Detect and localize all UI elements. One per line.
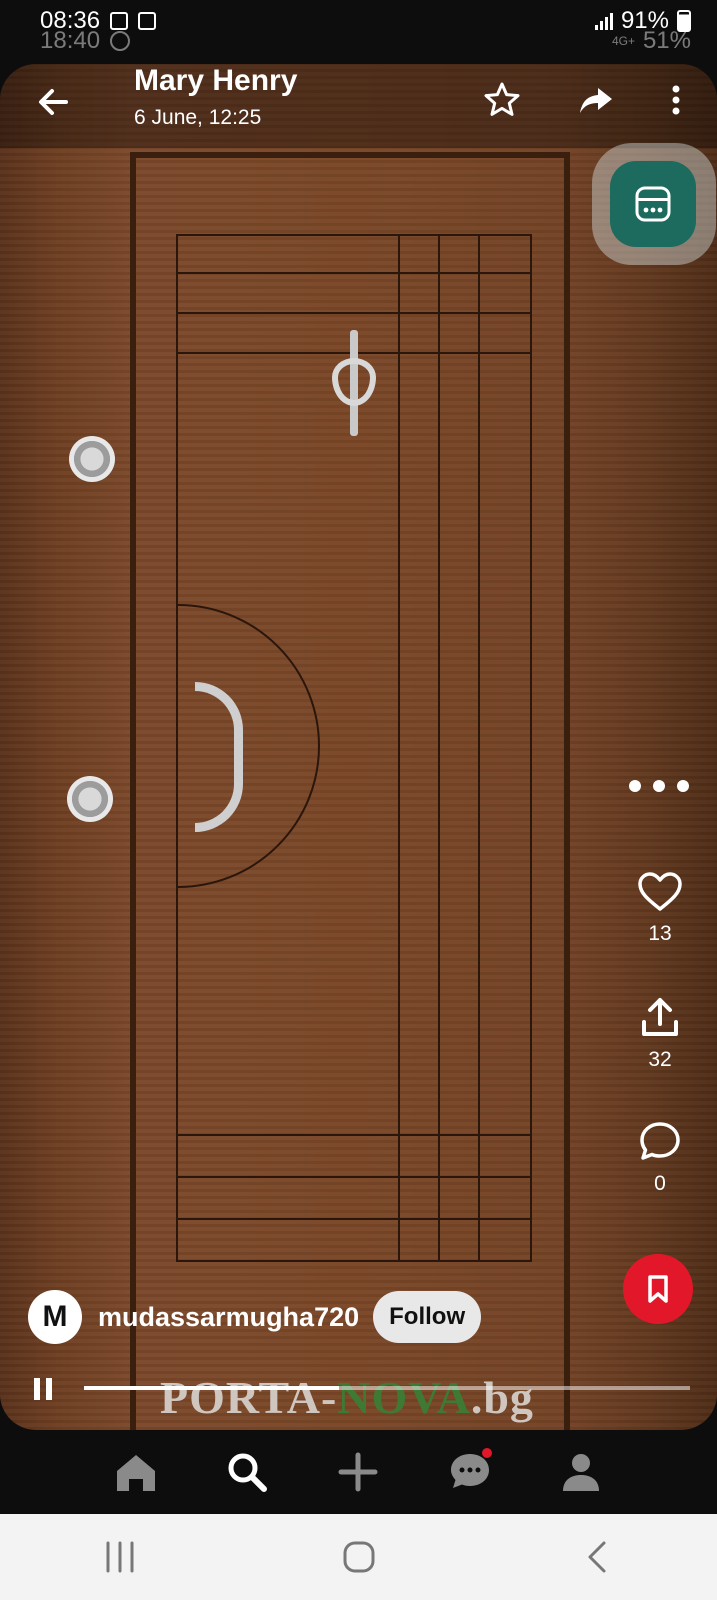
recent-apps-button[interactable] — [90, 1527, 150, 1587]
recent-apps-icon — [106, 1541, 133, 1573]
notification-dot — [481, 1448, 492, 1458]
progress-bar[interactable] — [84, 1386, 690, 1390]
embedded-network-type: 4G+ — [611, 34, 635, 48]
keypad-icon — [610, 161, 696, 247]
bottom-nav — [0, 1430, 717, 1514]
avatar[interactable]: M — [28, 1290, 82, 1344]
share-count: 32 — [648, 1048, 672, 1071]
home-system-button[interactable] — [329, 1527, 389, 1587]
home-circle-icon — [343, 1541, 374, 1573]
nav-home[interactable] — [106, 1442, 166, 1502]
dot-icon — [629, 780, 641, 792]
nav-search[interactable] — [217, 1442, 277, 1502]
home-icon — [116, 1455, 155, 1491]
door-lock — [69, 436, 115, 482]
more-options-button[interactable] — [650, 74, 702, 126]
dot-icon — [653, 780, 665, 792]
like-count: 13 — [648, 922, 672, 945]
star-icon — [484, 82, 520, 116]
post-image[interactable]: PORTA-NOVA.bg — [0, 64, 717, 1430]
page-title: Mary Henry — [134, 64, 298, 97]
heart-icon — [638, 872, 682, 911]
like-button[interactable]: 13 — [625, 868, 695, 946]
comment-count: 0 — [654, 1172, 666, 1195]
save-button[interactable] — [623, 1254, 693, 1324]
screen: 08:36 91% 18:40 4G+ 51% PORTA-NOVA.bg Ma… — [0, 0, 717, 1600]
post-header: Mary Henry 6 June, 12:25 — [0, 64, 717, 148]
follow-button[interactable]: Follow — [373, 1291, 482, 1343]
comment-button[interactable]: 0 — [625, 1118, 695, 1196]
profile-icon — [563, 1454, 600, 1491]
progress-fill — [84, 1386, 339, 1390]
upload-icon — [642, 998, 678, 1036]
star-button[interactable] — [476, 74, 528, 126]
author-username[interactable]: mudassarmugha720 — [98, 1302, 359, 1333]
share-button[interactable] — [570, 74, 622, 126]
post-more-button[interactable] — [629, 780, 689, 796]
nav-create[interactable] — [328, 1442, 388, 1502]
post-date: 6 June, 12:25 — [134, 106, 262, 129]
image-watermark: PORTA-NOVA.bg — [160, 1372, 534, 1423]
add-icon — [338, 1452, 378, 1492]
embedded-status-bar: 18:40 4G+ 51% — [0, 26, 717, 56]
more-vert-icon — [672, 85, 680, 115]
share-post-button[interactable]: 32 — [625, 994, 695, 1072]
nav-messages[interactable] — [440, 1442, 500, 1502]
door-lock — [67, 776, 113, 822]
floating-app-bubble[interactable] — [592, 143, 716, 265]
nav-profile[interactable] — [551, 1442, 611, 1502]
search-icon — [228, 1453, 268, 1492]
pause-icon — [34, 1378, 40, 1400]
dot-icon — [677, 780, 689, 792]
pause-button[interactable] — [34, 1378, 52, 1400]
comment-icon — [640, 1122, 680, 1160]
back-system-button[interactable] — [568, 1527, 628, 1587]
door-knocker — [330, 330, 378, 436]
system-nav-bar — [0, 1514, 717, 1600]
back-button[interactable] — [26, 74, 82, 130]
author-row: M mudassarmugha720 Follow — [28, 1289, 482, 1345]
bookmark-icon — [648, 1275, 668, 1303]
share-icon — [580, 88, 612, 113]
whatsapp-icon — [110, 31, 131, 51]
chevron-left-icon — [588, 1541, 605, 1573]
embedded-status-time: 18:40 — [40, 27, 101, 54]
embedded-battery-percent: 51% — [642, 27, 691, 54]
back-arrow-icon — [39, 89, 68, 115]
